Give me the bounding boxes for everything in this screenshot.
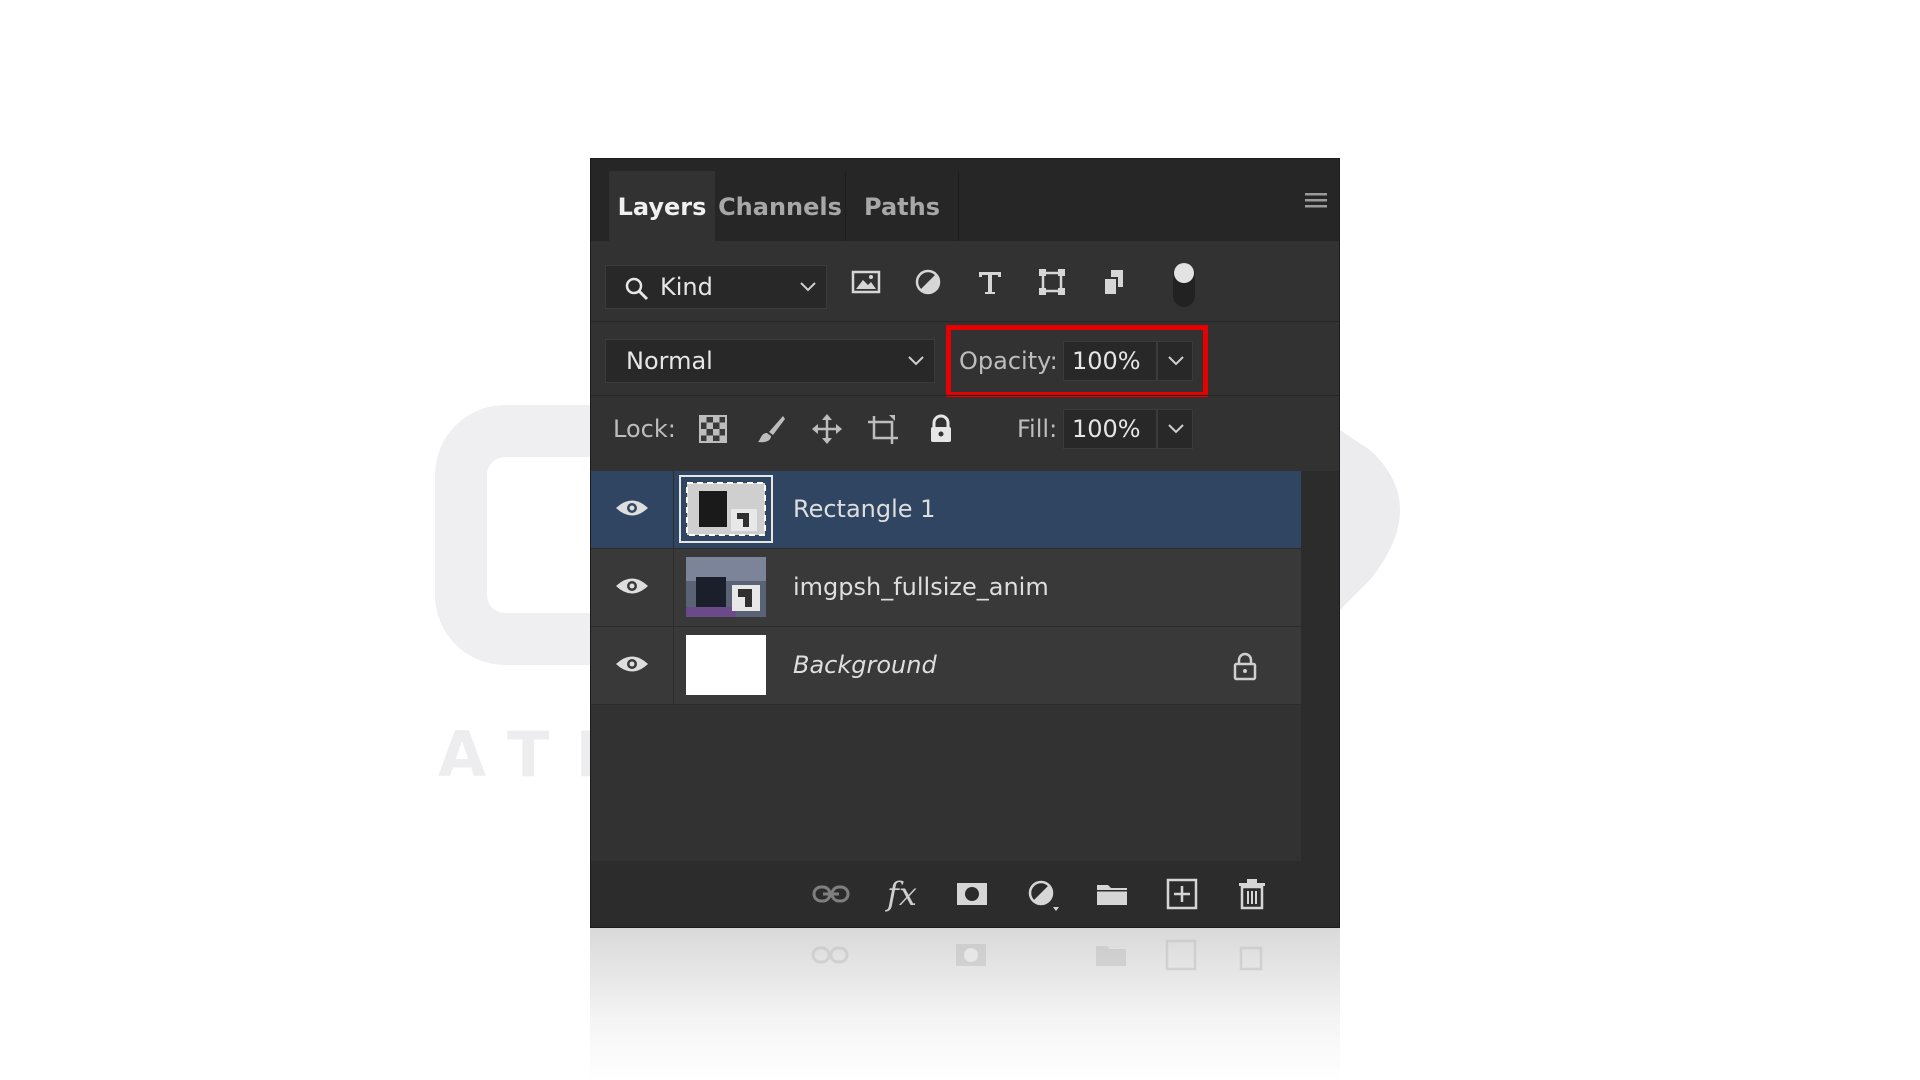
fill-input[interactable]: 100% — [1063, 409, 1157, 449]
trash-icon[interactable] — [1235, 877, 1269, 911]
layer-thumbnail-image — [686, 557, 766, 617]
lock-artboard-icon[interactable] — [867, 413, 899, 445]
reflection-trash-icon — [1239, 946, 1263, 971]
layer-name: Rectangle 1 — [793, 495, 936, 523]
filter-kind-label: Kind — [660, 273, 713, 301]
lock-all-icon[interactable] — [925, 413, 957, 445]
fill-label: Fill: — [1017, 415, 1058, 443]
layer-thumbnail-background — [686, 635, 766, 695]
eye-icon[interactable] — [615, 497, 649, 519]
fx-icon[interactable]: fx — [887, 877, 931, 911]
layers-scrollbar[interactable] — [1301, 471, 1339, 861]
layer-row-rectangle-1[interactable]: Rectangle 1 — [591, 471, 1301, 549]
blend-mode-dropdown[interactable]: Normal — [605, 339, 935, 383]
layer-name: Background — [793, 651, 937, 679]
opacity-slider-toggle[interactable] — [1157, 341, 1193, 381]
blend-mode-label: Normal — [626, 347, 713, 375]
chevron-down-icon — [800, 282, 816, 292]
lock-image-pixels-icon[interactable] — [755, 413, 787, 445]
opacity-input[interactable]: 100% — [1063, 341, 1157, 381]
tab-paths[interactable]: Paths — [846, 171, 958, 241]
layer-thumbnail-rectangle — [679, 475, 773, 543]
lock-icon[interactable] — [1231, 651, 1259, 681]
row-separator — [591, 321, 1339, 322]
lock-position-icon[interactable] — [811, 413, 843, 445]
tab-channels[interactable]: Channels — [715, 171, 845, 241]
new-layer-icon[interactable] — [1165, 877, 1199, 911]
search-icon — [625, 277, 649, 301]
layer-row-imgpsh[interactable]: imgpsh_fullsize_anim — [591, 549, 1301, 627]
layer-row-background[interactable]: Background — [591, 627, 1301, 705]
chevron-down-icon — [908, 356, 924, 366]
group-folder-icon[interactable] — [1095, 877, 1129, 911]
adjustment-layer-icon[interactable] — [1025, 877, 1059, 911]
tab-separator — [958, 171, 959, 241]
layers-list: Rectangle 1 imgpsh_fullsize_anim Backgro… — [591, 471, 1339, 861]
chevron-down-icon — [1168, 356, 1184, 366]
shape-filter-icon[interactable] — [1037, 267, 1067, 297]
filter-toggle-switch[interactable] — [1173, 263, 1195, 307]
layers-panel: Layers Channels Paths Kind Normal Opacit… — [590, 158, 1340, 928]
layer-name: imgpsh_fullsize_anim — [793, 573, 1049, 601]
tab-layers[interactable]: Layers — [609, 171, 715, 241]
opacity-label: Opacity: — [959, 347, 1058, 375]
reflection-new-layer-icon — [1165, 939, 1197, 971]
filter-kind-dropdown[interactable]: Kind — [605, 265, 827, 309]
layers-footer-toolbar: fx — [591, 861, 1339, 927]
panel-reflection — [590, 928, 1340, 1080]
row-separator — [591, 395, 1339, 396]
adjustment-filter-icon[interactable] — [913, 267, 943, 297]
reflection-folder-icon — [1096, 946, 1126, 966]
image-filter-icon[interactable] — [851, 267, 881, 297]
fill-slider-toggle[interactable] — [1157, 409, 1193, 449]
lock-transparent-pixels-icon[interactable] — [697, 413, 729, 445]
reflection-mask-icon — [956, 944, 986, 966]
reflection-link-icon — [811, 946, 849, 964]
lock-label: Lock: — [613, 415, 676, 443]
eye-icon[interactable] — [615, 653, 649, 675]
chevron-down-icon — [1168, 424, 1184, 434]
panel-tab-bar: Layers Channels Paths — [591, 159, 1339, 241]
eye-icon[interactable] — [615, 575, 649, 597]
type-filter-icon[interactable] — [975, 267, 1005, 297]
add-mask-icon[interactable] — [955, 877, 989, 911]
link-layers-icon[interactable] — [811, 877, 851, 911]
hamburger-icon[interactable] — [1305, 191, 1327, 209]
smart-object-filter-icon[interactable] — [1099, 267, 1129, 297]
